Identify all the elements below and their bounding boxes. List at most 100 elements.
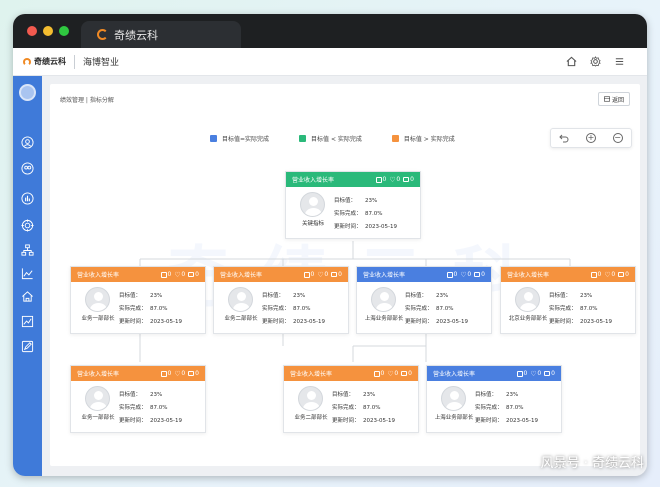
task-count[interactable]: 0 [160,271,171,278]
like-count[interactable]: ♡ 0 [174,271,185,278]
header-actions [565,55,625,67]
card-header: 营业收入增长率 0 ♡ 0 0 [427,366,561,381]
like-count-value: 0 [324,271,329,278]
task-count[interactable]: 0 [303,271,314,278]
card-body: 业务二部部长 目标值： 23% 实际完成： 87.0% 更新时间： 2023-05-1… [284,381,418,434]
comment-count[interactable]: 0 [618,271,629,278]
card-values: 目标值： 23% 实际完成： 87.0% 更新时间： 2023-05-19 [262,290,325,329]
updated-value: 2023-05-19 [436,319,468,325]
header-divider [74,54,75,69]
card-title: 营业收入增长率 [292,177,335,184]
owner-name: 业务二部部长 [294,415,328,421]
like-count[interactable]: ♡ 0 [389,176,400,183]
avatar [441,386,466,411]
bar-chart-icon[interactable] [20,191,35,206]
heart-icon: ♡ [174,369,181,378]
like-count[interactable]: ♡ 0 [174,370,185,377]
home-chart-icon[interactable] [20,289,35,304]
indicator-card[interactable]: 营业收入增长率 0 ♡ 0 0 业务一部部长 目标值： 23% 实际完成： 87.0%… [70,365,206,433]
edit-icon[interactable] [20,339,35,354]
task-count-value: 0 [453,271,458,278]
card-title: 营业收入增长率 [77,272,120,279]
org-chart-icon[interactable] [20,243,35,258]
task-count-value: 0 [523,370,528,377]
updated-value: 2023-05-19 [150,319,182,325]
card-body: 上海业务部部长 目标值： 23% 实际完成： 87.0% 更新时间： 2023-05-… [357,282,491,335]
comment-count[interactable]: 0 [188,271,199,278]
app-logo-icon [97,29,108,40]
card-body: 业务一部部长 目标值： 23% 实际完成： 87.0% 更新时间： 2023-05-1… [71,282,205,335]
comment-count[interactable]: 0 [403,176,414,183]
comment-count-value: 0 [195,370,199,377]
card-header: 营业收入增长率 0 ♡ 0 0 [357,267,491,282]
task-count[interactable]: 0 [375,176,386,183]
settings-icon[interactable] [589,55,601,67]
avatar [515,287,540,312]
actual-label: 实际完成： [549,306,577,312]
updated-label: 更新时间： [405,319,433,325]
actual-value: 87.0% [150,405,168,411]
target-icon[interactable] [20,218,35,233]
comment-count[interactable]: 0 [331,271,342,278]
comment-count-value: 0 [338,271,342,278]
task-count[interactable]: 0 [590,271,602,278]
menu-icon[interactable] [613,55,625,67]
user-card-icon[interactable] [20,161,35,176]
card-header: 营业收入增长率 0 ♡ 0 0 [286,172,420,187]
like-count[interactable]: ♡ 0 [387,370,398,377]
task-count[interactable]: 0 [160,370,171,377]
task-count[interactable]: 0 [373,370,384,377]
task-count[interactable]: 0 [516,370,528,377]
updated-label: 更新时间： [332,418,360,424]
avatar [298,386,323,411]
comment-count[interactable]: 0 [401,370,412,377]
user-avatar[interactable] [19,84,36,101]
owner-name: 业务一部部长 [81,316,115,322]
card-stats: 0 ♡ 0 0 [373,370,412,377]
like-count[interactable]: ♡ 0 [460,271,471,278]
indicator-card[interactable]: 营业收入增长率 0 ♡ 0 0 上海业务部部长 目标值： 23% 实际完成： 87.0… [426,365,562,433]
main-content: 奇绩云科 绩效管理 | 指标分解 返回 目标值=实际完成 目标值 < 实际完成 … [42,76,647,476]
card-stats: 0 ♡ 0 0 [303,271,342,278]
indicator-card[interactable]: 营业收入增长率 0 ♡ 0 0 业务二部部长 目标值： 23% 实际完成： 87.0%… [213,266,349,334]
card-title: 营业收入增长率 [77,371,120,378]
heart-icon: ♡ [387,369,394,378]
comment-count[interactable]: 0 [188,370,199,377]
checkbox-icon [373,370,380,377]
like-count-value: 0 [181,370,186,377]
maximize-window-button[interactable] [59,26,69,36]
like-count[interactable]: ♡ 0 [530,370,541,377]
user-group-icon[interactable] [20,135,35,150]
card-header: 营业收入增长率 0 ♡ 0 0 [214,267,348,282]
like-count[interactable]: ♡ 0 [317,271,328,278]
task-count[interactable]: 0 [446,271,458,278]
indicator-card[interactable]: 营业收入增长率 0 ♡ 0 0 业务二部部长 目标值： 23% 实际完成： 87.0%… [283,365,419,433]
comment-count[interactable]: 0 [474,271,485,278]
indicator-card[interactable]: 营业收入增长率 0 ♡ 0 0 上海业务部部长 目标值： 23% 实际完成： 87.0… [356,266,492,334]
actual-value: 87.0% [506,405,524,411]
indicator-card[interactable]: 营业收入增长率 0 ♡ 0 0 北京业务部部长 目标值： 23% 实际完成： 87.0… [500,266,636,334]
comment-count[interactable]: 0 [544,370,555,377]
target-value: 23% [580,293,593,299]
indicator-card[interactable]: 营业收入增长率 0 ♡ 0 0 关键指标 目标值： 23% 实际完成： 87.0% 更… [285,171,421,239]
card-values: 目标值： 23% 实际完成： 87.0% 更新时间： 2023-05-19 [334,195,397,234]
like-count[interactable]: ♡ 0 [604,271,615,278]
target-label: 目标值： [119,293,142,299]
browser-tab[interactable]: 奇绩云科 [81,21,241,48]
target-label: 目标值： [334,198,357,204]
home-icon[interactable] [565,55,577,67]
owner-name: 上海业务部部长 [364,316,404,322]
minimize-window-button[interactable] [43,26,53,36]
comment-icon [618,272,625,277]
line-chart-icon[interactable] [20,266,35,281]
browser-titlebar: 奇绩云科 [13,14,647,48]
close-window-button[interactable] [27,26,37,36]
trend-chart-icon[interactable] [20,314,35,329]
target-value: 23% [436,293,449,299]
app-logo[interactable]: 奇绩云科 [23,56,66,67]
target-label: 目标值： [262,293,285,299]
task-count-value: 0 [597,271,602,278]
like-count-value: 0 [611,271,616,278]
comment-count-value: 0 [408,370,412,377]
indicator-card[interactable]: 营业收入增长率 0 ♡ 0 0 业务一部部长 目标值： 23% 实际完成： 87.0%… [70,266,206,334]
